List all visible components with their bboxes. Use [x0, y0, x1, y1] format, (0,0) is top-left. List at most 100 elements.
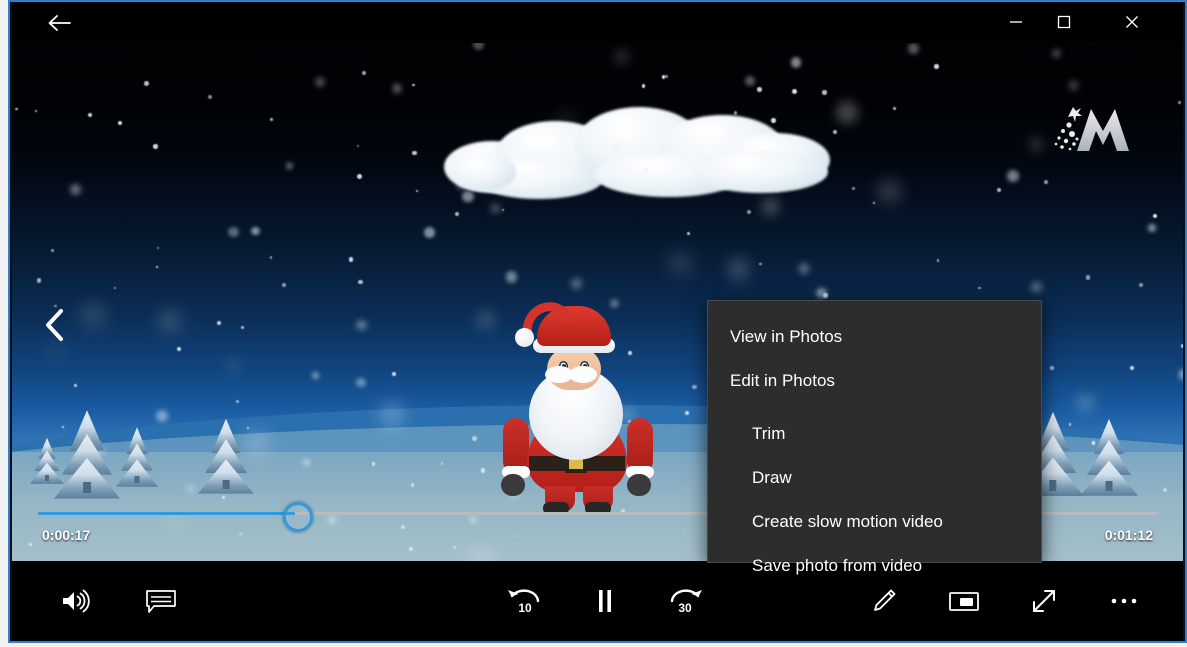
snowflake [1031, 281, 1043, 293]
snowflake [393, 84, 402, 93]
movies-and-tv-app: MiniTool [12, 3, 1183, 641]
seek-thumb[interactable] [283, 501, 314, 532]
snowflake [156, 246, 159, 249]
snowflake [348, 256, 354, 262]
snowflake [152, 144, 158, 149]
menu-item-view-in-photos[interactable]: View in Photos [708, 315, 1041, 359]
more-options-button[interactable] [1097, 575, 1151, 627]
volume-icon [63, 589, 90, 613]
snowflake [851, 186, 855, 190]
snowflake [302, 459, 310, 467]
snowflake [269, 117, 273, 121]
captions-icon [146, 590, 176, 613]
santa-mitten-right [627, 474, 651, 496]
snowflake [571, 278, 582, 289]
maximize-icon [1057, 15, 1071, 29]
tree-trunk [134, 475, 140, 483]
snowflake [756, 87, 762, 92]
santa-character: MiniTool [499, 292, 659, 514]
snowflake [771, 117, 776, 123]
snowflake [1178, 369, 1183, 380]
back-button[interactable] [42, 7, 76, 39]
chevron-left-icon [46, 309, 63, 341]
title-bar [12, 3, 1183, 43]
rewind-10-button[interactable]: 10 [498, 575, 552, 627]
pause-icon [599, 590, 611, 612]
snowflake [661, 189, 665, 193]
menu-item-edit-in-photos[interactable]: Edit in Photos [708, 359, 1041, 403]
snowflake [611, 143, 620, 153]
santa-moustache-right [569, 366, 597, 383]
screenshot-root: MiniTool [0, 0, 1187, 647]
close-icon [1126, 16, 1138, 28]
snowflake [356, 173, 362, 179]
snowflake [836, 101, 859, 124]
snowflake [760, 197, 780, 217]
snowflake [758, 262, 762, 266]
snowflake [159, 310, 181, 332]
snowflake [615, 51, 628, 64]
snowflake [877, 179, 901, 203]
pencil-icon [874, 589, 896, 611]
duration-label: 0:01:12 [1104, 527, 1153, 543]
snowflake [746, 209, 751, 214]
maximize-button[interactable] [1041, 3, 1087, 41]
menu-item-draw[interactable]: Draw [708, 456, 1041, 500]
snowflake [934, 64, 939, 69]
snowflake [358, 279, 363, 285]
fullscreen-icon [1033, 590, 1055, 612]
snowflake [475, 309, 496, 331]
snowflake [733, 111, 738, 115]
pine-tree [198, 411, 254, 494]
santa-hat-pompom [515, 328, 534, 347]
snowflake [740, 179, 743, 182]
snowflake [362, 70, 367, 75]
snowflake [668, 251, 693, 275]
snowflake [391, 372, 396, 377]
snowflake [1180, 343, 1183, 349]
menu-item-trim[interactable]: Trim [708, 412, 1041, 456]
snowflake [311, 372, 319, 379]
tree-trunk [1105, 481, 1113, 491]
volume-button[interactable] [48, 575, 102, 627]
snowflake [642, 84, 646, 88]
snowflake [240, 325, 244, 329]
play-pause-button[interactable] [578, 575, 632, 627]
pine-tree [116, 421, 158, 487]
menu-item-create-slow-motion-video[interactable]: Create slow motion video [708, 500, 1041, 544]
snowflake [822, 90, 827, 95]
snowflake [1030, 138, 1044, 151]
previous-item-button[interactable] [34, 301, 74, 349]
snowflake [186, 485, 194, 492]
snowflake [1007, 170, 1019, 182]
snowflake [1147, 223, 1157, 233]
pine-tree [30, 433, 64, 484]
captions-button[interactable] [134, 575, 188, 627]
minimize-icon [1010, 21, 1022, 23]
cloud-puff [694, 151, 828, 193]
snowflake [684, 411, 689, 416]
snowflake [1153, 213, 1158, 218]
tree-trunk [44, 475, 50, 481]
minitool-watermark-icon [1047, 101, 1147, 157]
snowflake [412, 150, 417, 156]
snowflake [472, 435, 477, 441]
arrow-left-icon [48, 15, 71, 31]
snowflake [557, 113, 574, 129]
menu-item-save-photo-from-video[interactable]: Save photo from video [708, 544, 1041, 588]
snowflake [816, 287, 827, 299]
snowflake [117, 120, 122, 125]
menu-submenu-group: Trim Draw Create slow motion video Save … [708, 412, 1041, 588]
snowflake [691, 384, 697, 390]
snowflake [661, 75, 666, 79]
minimize-button[interactable] [993, 3, 1039, 41]
forward-30-button[interactable]: 30 [658, 575, 712, 627]
snowflake [1129, 365, 1135, 370]
snowflake [356, 319, 367, 331]
close-button[interactable] [1109, 3, 1155, 41]
forward-seconds-label: 30 [678, 601, 692, 615]
rewind-10-icon: 10 [508, 589, 540, 615]
tree-trunk [222, 479, 230, 489]
context-menu[interactable]: View in Photos Edit in Photos Trim Draw … [707, 300, 1042, 575]
snowflake [228, 226, 239, 238]
